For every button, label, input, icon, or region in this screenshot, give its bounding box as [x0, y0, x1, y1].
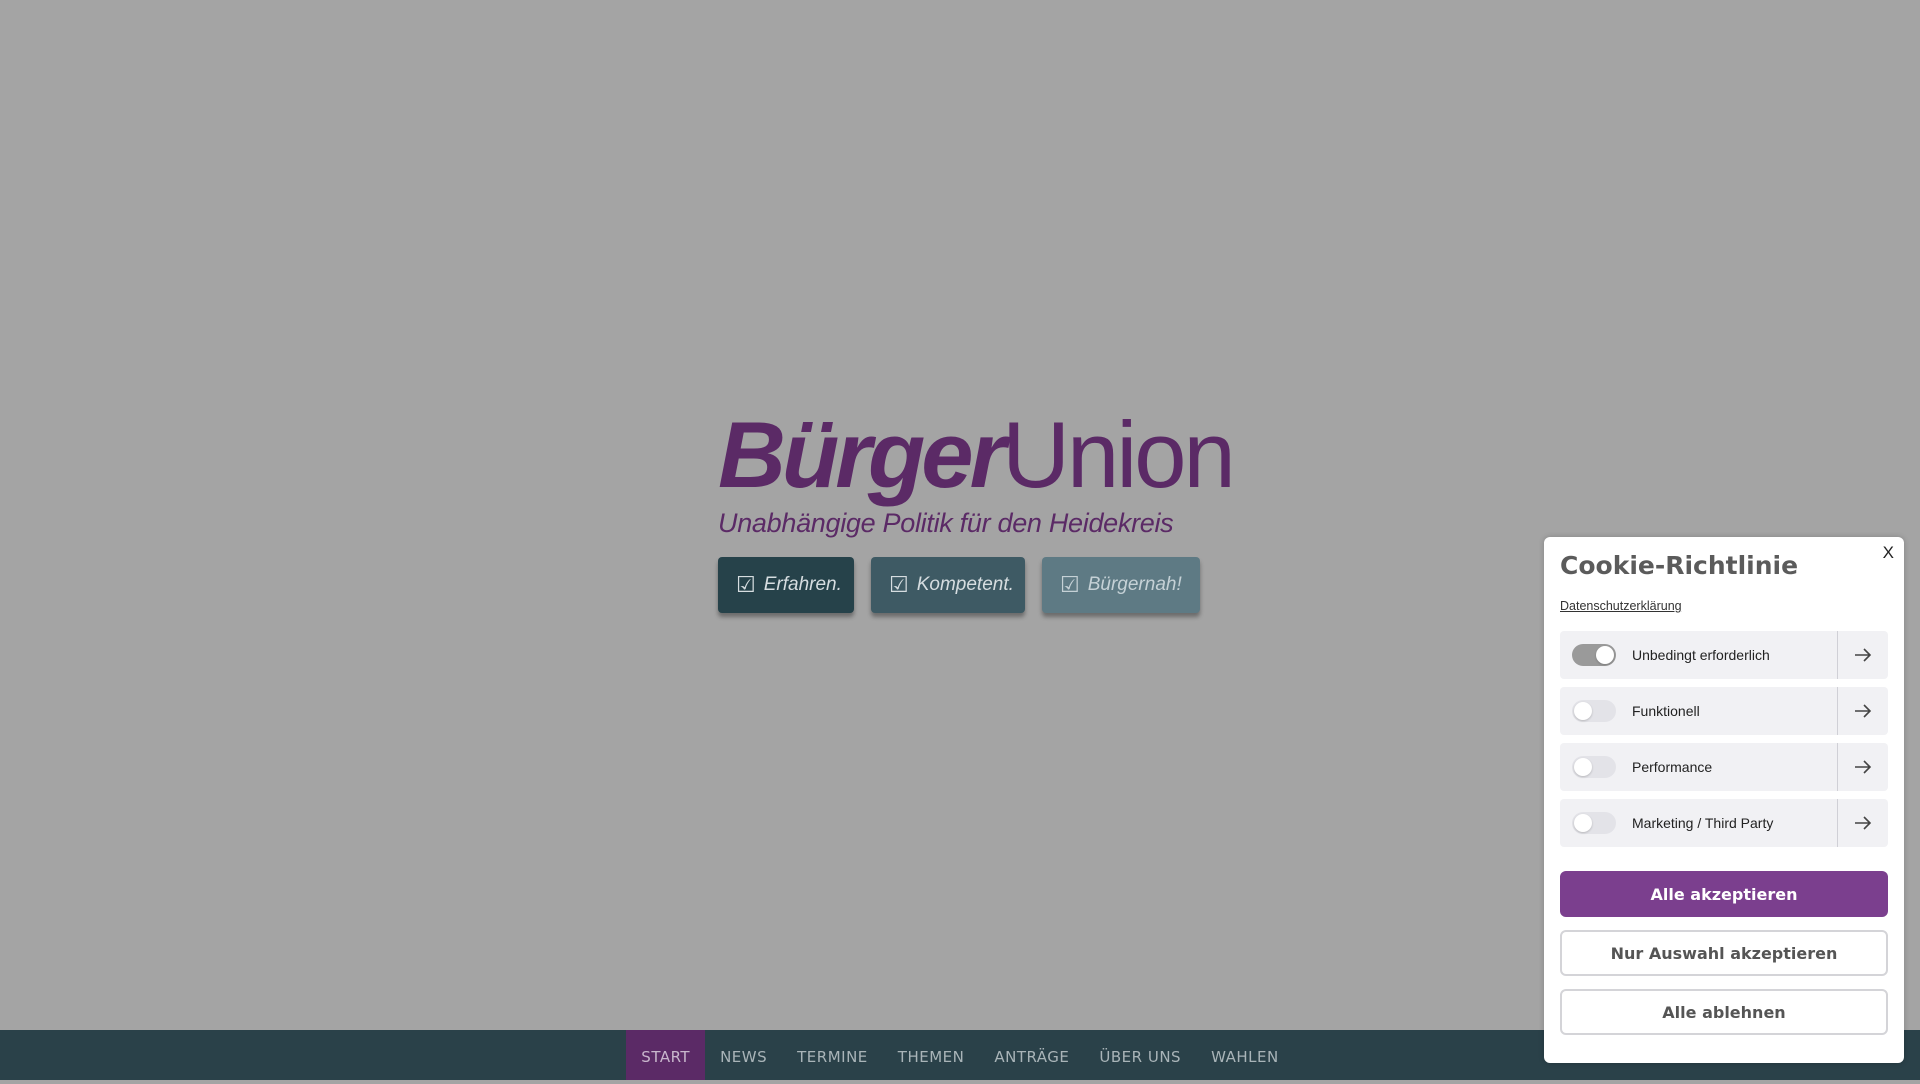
nav-item-termine[interactable]: TERMINE — [782, 1030, 883, 1080]
toggle-functional[interactable] — [1572, 700, 1616, 722]
site-logo[interactable]: BürgerUnion Unabhängige Politik für den … — [718, 402, 1236, 539]
checkbox-icon: ☑ — [889, 572, 909, 597]
nav-item-start[interactable]: START — [626, 1030, 706, 1080]
cookie-category-functional: Funktionell — [1560, 687, 1888, 735]
reject-all-button[interactable]: Alle ablehnen — [1560, 989, 1888, 1035]
logo-wordmark: BürgerUnion — [718, 402, 1236, 507]
checkbox-icon: ☑ — [736, 572, 756, 597]
toggle-performance[interactable] — [1572, 756, 1616, 778]
pill-erfahren: ☑ Erfahren. — [718, 557, 854, 613]
arrow-right-icon — [1855, 760, 1872, 774]
cookie-category-required: Unbedingt erforderlich — [1560, 631, 1888, 679]
pill-label: Bürgernah! — [1087, 574, 1182, 595]
toggle-required[interactable] — [1572, 644, 1616, 666]
cookie-category-marketing: Marketing / Third Party — [1560, 799, 1888, 847]
expand-arrow-button[interactable] — [1837, 631, 1888, 679]
category-label: Performance — [1632, 759, 1713, 775]
cookie-title: Cookie-Richtlinie — [1560, 551, 1799, 580]
nav-item-news[interactable]: NEWS — [705, 1030, 782, 1080]
nav-item-antraege[interactable]: ANTRÄGE — [979, 1030, 1084, 1080]
nav-item-wahlen[interactable]: WAHLEN — [1196, 1030, 1294, 1080]
checkbox-icon: ☑ — [1060, 572, 1080, 597]
accept-selection-button[interactable]: Nur Auswahl akzeptieren — [1560, 930, 1888, 976]
privacy-policy-link[interactable]: Datenschutzerklärung — [1560, 599, 1682, 613]
pill-label: Erfahren. — [763, 574, 842, 595]
cookie-category-performance: Performance — [1560, 743, 1888, 791]
nav-item-ueber-uns[interactable]: ÜBER UNS — [1084, 1030, 1196, 1080]
category-label: Unbedingt erforderlich — [1632, 647, 1770, 663]
pill-buergernah: ☑ Bürgernah! — [1042, 557, 1200, 613]
cookie-dialog: Cookie-Richtlinie X Datenschutzerklärung… — [1544, 537, 1904, 1063]
category-label: Funktionell — [1632, 703, 1700, 719]
expand-arrow-button[interactable] — [1837, 743, 1888, 791]
accept-all-button[interactable]: Alle akzeptieren — [1560, 871, 1888, 917]
arrow-right-icon — [1855, 816, 1872, 830]
toggle-marketing[interactable] — [1572, 812, 1616, 834]
logo-tagline: Unabhängige Politik für den Heidekreis — [718, 508, 1174, 538]
category-label: Marketing / Third Party — [1632, 815, 1774, 831]
arrow-right-icon — [1855, 648, 1872, 662]
pill-label: Kompetent. — [916, 574, 1014, 595]
value-pills: ☑ Erfahren. ☑ Kompetent. ☑ Bürgernah! — [718, 557, 1200, 613]
pill-kompetent: ☑ Kompetent. — [871, 557, 1025, 613]
close-button[interactable]: X — [1883, 543, 1894, 563]
expand-arrow-button[interactable] — [1837, 799, 1888, 847]
nav-item-themen[interactable]: THEMEN — [883, 1030, 980, 1080]
arrow-right-icon — [1855, 704, 1872, 718]
expand-arrow-button[interactable] — [1837, 687, 1888, 735]
